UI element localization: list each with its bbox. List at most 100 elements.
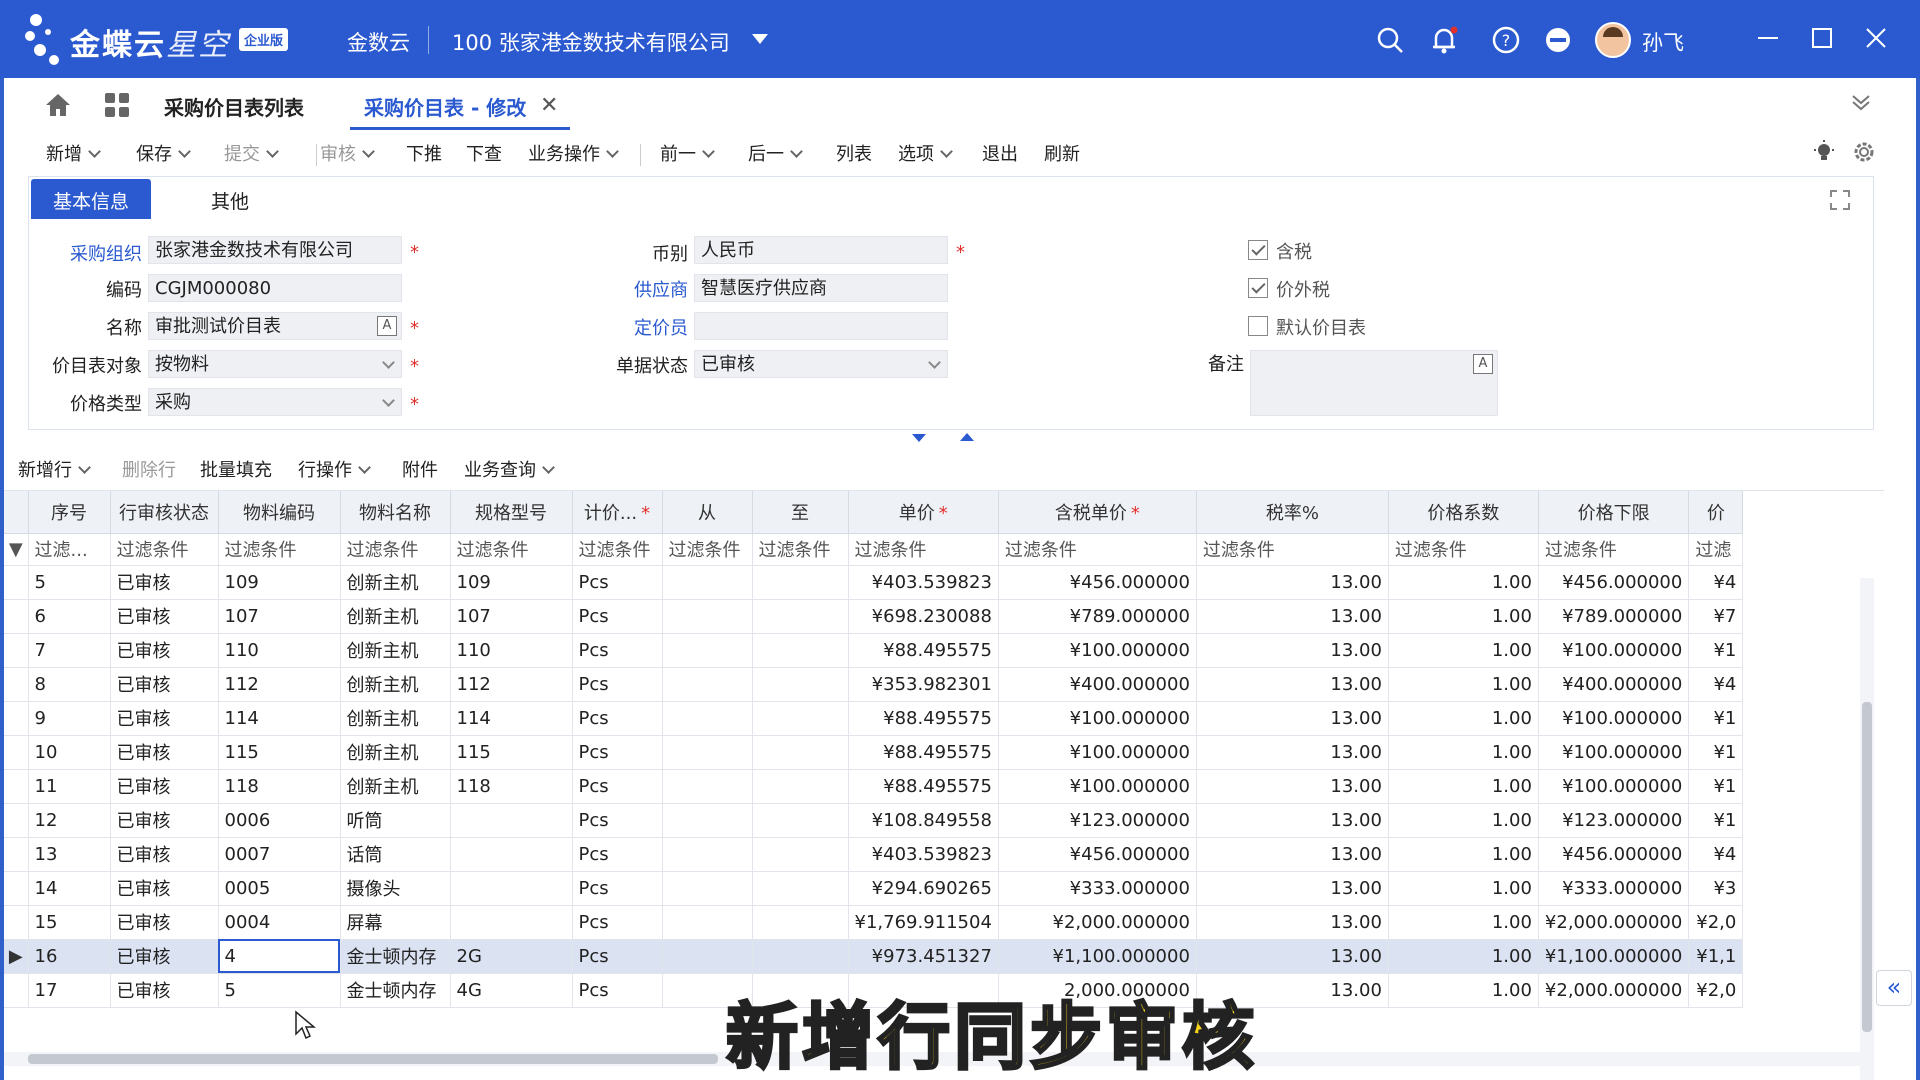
table-cell[interactable]: 金士顿内存 [340, 973, 451, 1008]
column-header[interactable]: 价格下限 [1538, 491, 1690, 534]
filter-cell[interactable]: 过滤条件 [1538, 533, 1690, 566]
toolbar-item-4[interactable]: 下推 [406, 140, 442, 166]
table-cell[interactable]: 13.00 [1196, 599, 1389, 634]
toolbar-item-1[interactable]: 删除行 [122, 456, 176, 482]
row-indicator[interactable] [4, 769, 29, 804]
table-cell[interactable]: 1.00 [1388, 905, 1539, 940]
table-cell[interactable]: 1.00 [1388, 667, 1539, 702]
table-cell[interactable]: 已审核 [110, 803, 219, 838]
table-cell[interactable]: 16 [28, 939, 111, 974]
table-cell[interactable] [662, 599, 753, 634]
table-cell[interactable]: ¥88.495575 [848, 735, 999, 770]
table-cell[interactable]: ¥100.000000 [998, 633, 1197, 668]
table-cell[interactable]: 11 [28, 769, 111, 804]
table-cell[interactable]: 13.00 [1196, 803, 1389, 838]
table-cell[interactable]: ¥1 [1688, 633, 1744, 668]
table-cell[interactable]: 5 [28, 565, 111, 600]
table-cell[interactable]: ¥973.451327 [848, 939, 999, 974]
table-row[interactable]: 13 已审核 0007 话筒 Pcs ¥403.539823 ¥456.000000 13.0… [4, 837, 1744, 872]
table-cell[interactable]: 1.00 [1388, 973, 1539, 1008]
table-cell[interactable]: 屏幕 [340, 905, 451, 940]
purchase-org-field[interactable]: 张家港金数技术有限公司 [148, 236, 402, 264]
toolbar-item-12[interactable]: 刷新 [1044, 140, 1080, 166]
table-cell[interactable]: Pcs [572, 701, 663, 736]
table-cell[interactable] [450, 803, 573, 838]
table-row[interactable]: ▶ 16 已审核 4 金士顿内存 2G Pcs ¥973.451327 ¥1,100.00000… [4, 939, 1744, 974]
apps-grid-icon[interactable] [104, 92, 130, 118]
table-cell[interactable] [662, 871, 753, 906]
table-row[interactable]: 6 已审核 107 创新主机 107 Pcs ¥698.230088 ¥789.000000 1… [4, 599, 1744, 634]
table-cell[interactable]: ¥2,000.000000 [998, 905, 1197, 940]
table-cell[interactable]: 13.00 [1196, 837, 1389, 872]
table-cell[interactable]: 109 [218, 565, 341, 600]
table-cell[interactable]: 0006 [218, 803, 341, 838]
filter-cell[interactable]: 过滤条件 [752, 533, 849, 566]
table-cell[interactable]: 2G [450, 939, 573, 974]
table-cell[interactable]: 13.00 [1196, 633, 1389, 668]
table-cell[interactable] [752, 837, 849, 872]
filter-cell[interactable]: 过滤条件 [1196, 533, 1389, 566]
toolbar-item-6[interactable]: 业务操作 [528, 140, 619, 166]
table-cell[interactable]: Pcs [572, 633, 663, 668]
toolbar-item-3[interactable]: 行操作 [298, 456, 371, 482]
table-cell[interactable]: 115 [450, 735, 573, 770]
table-cell[interactable] [752, 633, 849, 668]
table-cell[interactable]: ¥7 [1688, 599, 1744, 634]
table-cell[interactable]: 1.00 [1388, 803, 1539, 838]
table-cell[interactable]: 听筒 [340, 803, 451, 838]
table-cell[interactable]: 8 [28, 667, 111, 702]
table-cell[interactable]: Pcs [572, 565, 663, 600]
table-cell[interactable]: 已审核 [110, 973, 219, 1008]
table-row[interactable]: 12 已审核 0006 听筒 Pcs ¥108.849558 ¥123.000000 13.0… [4, 803, 1744, 838]
expand-down-icon[interactable] [912, 434, 926, 442]
tab-close-icon[interactable]: ✕ [540, 93, 558, 118]
chevron-down-icon[interactable] [752, 34, 768, 44]
table-cell[interactable]: 金士顿内存 [340, 939, 451, 974]
table-cell[interactable]: ¥294.690265 [848, 871, 999, 906]
table-cell[interactable] [662, 633, 753, 668]
table-cell[interactable]: ¥456.000000 [998, 837, 1197, 872]
table-cell[interactable]: 1.00 [1388, 871, 1539, 906]
table-cell[interactable]: Pcs [572, 905, 663, 940]
table-row[interactable]: 9 已审核 114 创新主机 114 Pcs ¥88.495575 ¥100.000000 13… [4, 701, 1744, 736]
table-row[interactable]: 15 已审核 0004 屏幕 Pcs ¥1,769.911504 ¥2,000.000000… [4, 905, 1744, 940]
table-cell[interactable]: Pcs [572, 973, 663, 1008]
table-cell[interactable]: 已审核 [110, 667, 219, 702]
row-indicator[interactable] [4, 905, 29, 940]
table-cell[interactable]: ¥4 [1688, 565, 1744, 600]
table-cell[interactable]: 已审核 [110, 701, 219, 736]
table-cell[interactable] [662, 769, 753, 804]
table-cell[interactable]: 114 [218, 701, 341, 736]
table-cell[interactable]: ¥1 [1688, 769, 1744, 804]
table-cell[interactable]: 创新主机 [340, 667, 451, 702]
table-cell[interactable]: ¥100.000000 [1538, 769, 1690, 804]
supplier-field[interactable]: 智慧医疗供应商 [694, 274, 948, 302]
toolbar-item-5[interactable]: 下查 [466, 140, 502, 166]
table-row[interactable]: 14 已审核 0005 摄像头 Pcs ¥294.690265 ¥333.000000 13.… [4, 871, 1744, 906]
row-indicator[interactable] [4, 667, 29, 702]
table-cell[interactable]: 创新主机 [340, 769, 451, 804]
table-cell[interactable]: 13.00 [1196, 667, 1389, 702]
filter-icon[interactable]: ▼ [4, 533, 29, 566]
purchase-org-label[interactable]: 采购组织 [32, 240, 142, 266]
table-cell[interactable]: 摄像头 [340, 871, 451, 906]
table-cell[interactable]: 13.00 [1196, 701, 1389, 736]
table-cell[interactable] [662, 803, 753, 838]
search-icon[interactable] [1374, 24, 1406, 56]
table-cell[interactable]: Pcs [572, 837, 663, 872]
table-cell[interactable]: 13.00 [1196, 769, 1389, 804]
table-cell[interactable]: 13.00 [1196, 871, 1389, 906]
table-cell[interactable]: 110 [450, 633, 573, 668]
table-cell[interactable]: 1.00 [1388, 633, 1539, 668]
table-cell[interactable]: 创新主机 [340, 565, 451, 600]
default-list-checkbox[interactable] [1248, 316, 1268, 336]
table-cell[interactable]: 17 [28, 973, 111, 1008]
table-row[interactable]: 7 已审核 110 创新主机 110 Pcs ¥88.495575 ¥100.000000 13… [4, 633, 1744, 668]
table-row[interactable]: 11 已审核 118 创新主机 118 Pcs ¥88.495575 ¥100.000000 1… [4, 769, 1744, 804]
column-header[interactable]: 单价 * [848, 491, 999, 534]
maximize-icon[interactable] [1806, 22, 1838, 54]
filter-cell[interactable]: 过滤... [28, 533, 111, 566]
table-cell[interactable] [662, 837, 753, 872]
multilang-icon[interactable]: A [377, 316, 397, 336]
filter-cell[interactable]: 过滤 [1688, 533, 1744, 566]
